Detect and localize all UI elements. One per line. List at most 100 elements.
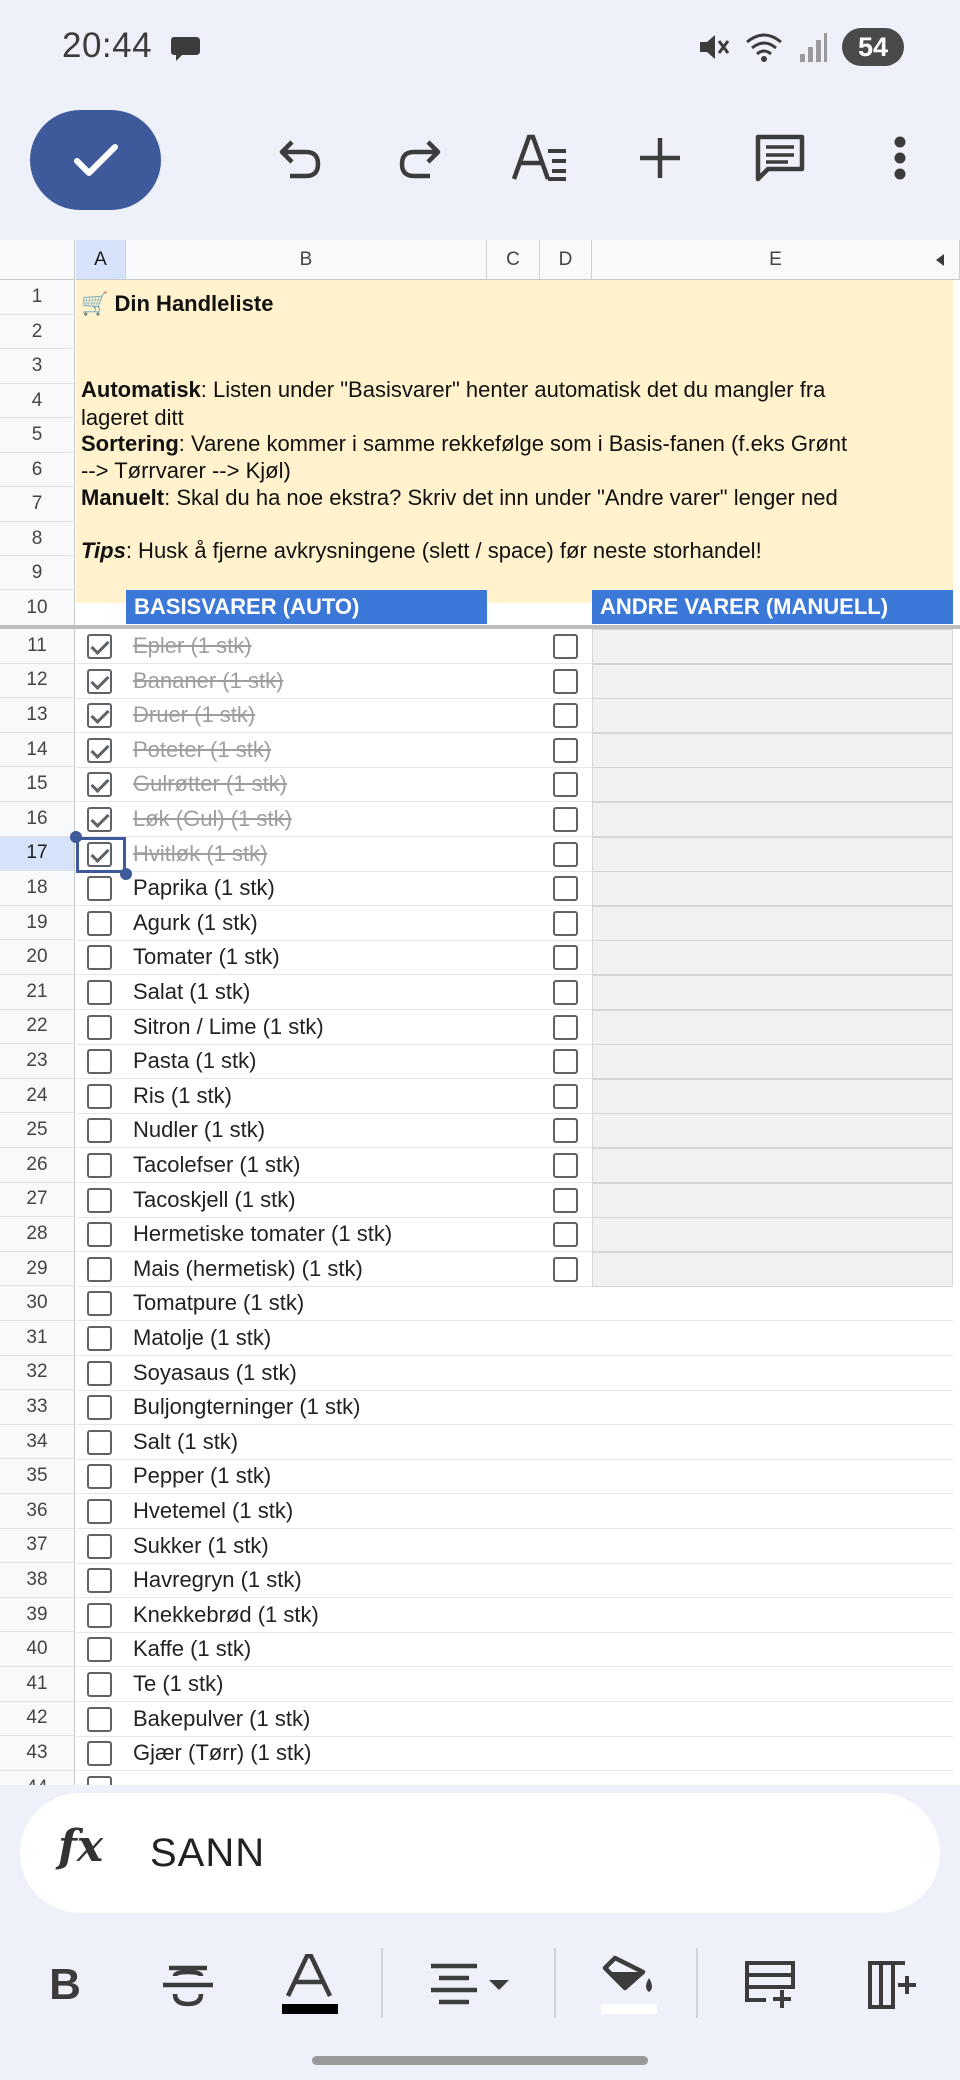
row-header[interactable]: 36: [0, 1494, 75, 1529]
item-checkbox[interactable]: [87, 1533, 112, 1559]
manual-item-cell[interactable]: [592, 1182, 953, 1218]
manual-checkbox[interactable]: [553, 634, 578, 659]
column-header-b[interactable]: B: [126, 240, 487, 280]
manual-item-cell[interactable]: [592, 629, 953, 664]
item-checkbox[interactable]: [87, 1706, 112, 1732]
manual-checkbox[interactable]: [553, 1222, 578, 1248]
text-color-button[interactable]: [274, 1952, 344, 2018]
item-label[interactable]: Agurk (1 stk): [133, 910, 258, 936]
item-checkbox[interactable]: [87, 1672, 112, 1697]
item-label[interactable]: Druer (1 stk): [133, 702, 255, 728]
insert-row-button[interactable]: [735, 1952, 805, 2018]
fill-color-button[interactable]: [593, 1952, 663, 2018]
item-checkbox[interactable]: [87, 1395, 112, 1421]
row-header[interactable]: 13: [0, 698, 75, 733]
manual-item-cell[interactable]: [592, 905, 953, 941]
manual-checkbox[interactable]: [553, 841, 578, 867]
manual-checkbox[interactable]: [553, 703, 578, 729]
item-label[interactable]: Ris (1 stk): [133, 1083, 232, 1109]
row-header[interactable]: 41: [0, 1667, 75, 1702]
item-label[interactable]: Pepper (1 stk): [133, 1463, 271, 1489]
row-header[interactable]: 29: [0, 1251, 75, 1287]
manual-item-cell[interactable]: [592, 1078, 953, 1114]
manual-checkbox[interactable]: [553, 1083, 578, 1109]
row-header[interactable]: 24: [0, 1078, 75, 1114]
more-options-button[interactable]: [870, 128, 930, 188]
manual-item-cell[interactable]: [592, 1113, 953, 1149]
manual-item-cell[interactable]: [592, 940, 953, 976]
row-header[interactable]: 37: [0, 1528, 75, 1564]
row-header[interactable]: 21: [0, 975, 75, 1010]
item-label[interactable]: Pasta (1 stk): [133, 1048, 256, 1074]
undo-button[interactable]: [270, 128, 330, 188]
column-header-a[interactable]: A: [76, 240, 126, 280]
selected-cell[interactable]: [76, 837, 126, 873]
column-header-c[interactable]: C: [487, 240, 540, 280]
item-label[interactable]: Tacolefser (1 stk): [133, 1152, 301, 1178]
manual-checkbox[interactable]: [553, 1187, 578, 1213]
row-header[interactable]: 31: [0, 1321, 75, 1356]
spreadsheet-grid[interactable]: A B C D E 1 2 3 4 5 6 7 8 9 10 11 12 13 14 15 16 17 18 19 2…: [0, 240, 960, 1785]
item-label[interactable]: Salt (1 stk): [133, 1429, 238, 1455]
done-button[interactable]: [30, 110, 161, 210]
item-label[interactable]: Sukker (1 stk): [133, 1533, 269, 1559]
item-label[interactable]: Mais (hermetisk) (1 stk): [133, 1256, 363, 1282]
formula-value[interactable]: SANN: [150, 1831, 265, 1876]
item-checkbox[interactable]: [87, 1499, 112, 1524]
row-header[interactable]: 19: [0, 905, 75, 941]
row-header[interactable]: 27: [0, 1182, 75, 1218]
manual-item-cell[interactable]: [592, 767, 953, 803]
manual-item-cell[interactable]: [592, 1148, 953, 1183]
row-header[interactable]: 26: [0, 1148, 75, 1183]
item-label[interactable]: Havregryn (1 stk): [133, 1567, 302, 1593]
manual-item-cell[interactable]: [592, 1044, 953, 1080]
row-header[interactable]: 16: [0, 802, 75, 837]
row-header[interactable]: 22: [0, 1009, 75, 1045]
manual-item-cell[interactable]: [592, 802, 953, 837]
row-header[interactable]: 7: [0, 487, 75, 522]
item-label[interactable]: Knekkebrød (1 stk): [133, 1602, 319, 1628]
manual-checkbox[interactable]: [553, 1153, 578, 1178]
manual-item-cell[interactable]: [592, 732, 953, 768]
manual-checkbox[interactable]: [553, 772, 578, 798]
row-header[interactable]: 42: [0, 1701, 75, 1737]
manual-item-cell[interactable]: [592, 1217, 953, 1253]
bold-button[interactable]: B: [30, 1952, 100, 2018]
strikethrough-button[interactable]: [153, 1952, 223, 2018]
manual-checkbox[interactable]: [553, 945, 578, 971]
item-label[interactable]: Bakepulver (1 stk): [133, 1706, 310, 1732]
row-header[interactable]: 5: [0, 418, 75, 453]
column-header-e[interactable]: E: [592, 240, 960, 280]
manual-item-cell[interactable]: [592, 1009, 953, 1045]
item-label[interactable]: Tacoskjell (1 stk): [133, 1187, 296, 1213]
manual-checkbox[interactable]: [553, 668, 578, 694]
item-label[interactable]: Hermetiske tomater (1 stk): [133, 1221, 392, 1247]
item-checkbox[interactable]: [87, 1360, 112, 1386]
andre-varer-header[interactable]: ANDRE VARER (MANUELL): [592, 590, 953, 624]
row-header[interactable]: 17: [0, 836, 75, 872]
selection-handle-bottom[interactable]: [120, 868, 132, 880]
comment-button[interactable]: [750, 128, 810, 188]
row-header[interactable]: 14: [0, 732, 75, 768]
row-header[interactable]: 35: [0, 1459, 75, 1494]
item-checkbox[interactable]: [87, 703, 112, 729]
selection-handle-top[interactable]: [70, 831, 82, 843]
manual-checkbox[interactable]: [553, 876, 578, 902]
item-label[interactable]: Salat (1 stk): [133, 979, 250, 1005]
item-checkbox[interactable]: [87, 1187, 112, 1213]
item-checkbox[interactable]: [87, 1118, 112, 1144]
item-checkbox[interactable]: [87, 1602, 112, 1628]
row-header[interactable]: 25: [0, 1113, 75, 1148]
manual-checkbox[interactable]: [553, 910, 578, 936]
item-label[interactable]: Bananer (1 stk): [133, 668, 283, 694]
item-checkbox[interactable]: [87, 1014, 112, 1040]
row-header[interactable]: 33: [0, 1390, 75, 1425]
row-header[interactable]: 20: [0, 940, 75, 975]
manual-checkbox[interactable]: [553, 1049, 578, 1075]
item-checkbox[interactable]: [87, 1775, 112, 1785]
manual-checkbox[interactable]: [553, 737, 578, 763]
item-label[interactable]: Nudler (1 stk): [133, 1117, 265, 1143]
row-header[interactable]: 3: [0, 349, 75, 384]
item-checkbox[interactable]: [87, 1464, 112, 1490]
item-checkbox[interactable]: [87, 1291, 112, 1317]
